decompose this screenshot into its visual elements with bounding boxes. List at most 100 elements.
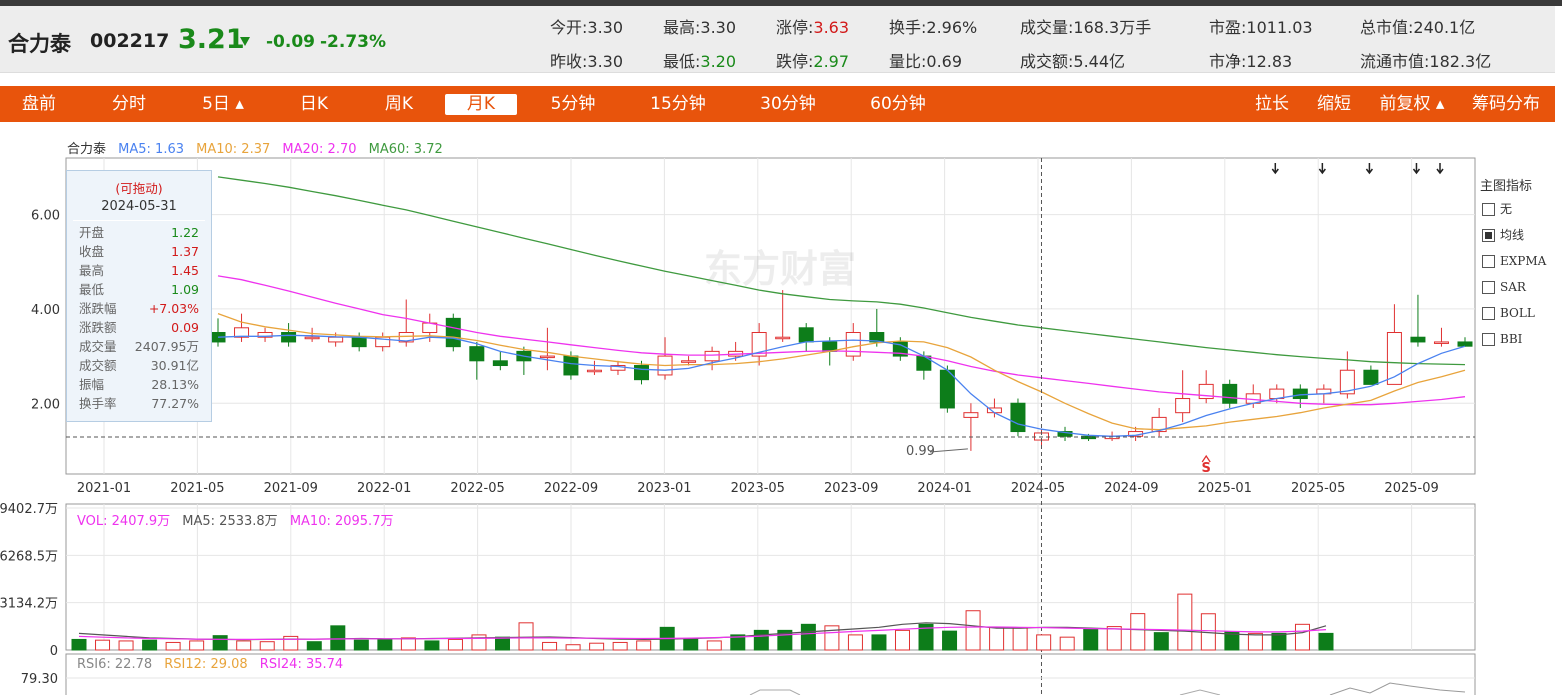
candle-body bbox=[1292, 388, 1308, 400]
volume-tick-label: 0 bbox=[50, 644, 58, 659]
candle-body bbox=[916, 355, 932, 371]
y-tick-label: 4.00 bbox=[31, 303, 60, 318]
checkbox-icon[interactable] bbox=[1482, 281, 1495, 294]
volume-bar bbox=[1130, 613, 1146, 651]
tooltip-drag-hint: (可拖动) bbox=[115, 181, 163, 196]
tooltip-row-label: 成交量 bbox=[79, 339, 117, 354]
volume-bar bbox=[495, 636, 511, 651]
tooltip-row: 振幅 28.13% bbox=[67, 375, 211, 394]
volume-bar bbox=[142, 639, 158, 651]
y-tick-label: 6.00 bbox=[31, 209, 60, 224]
volume-bar bbox=[1271, 632, 1287, 651]
volume-bar bbox=[95, 639, 111, 651]
checkbox-icon[interactable] bbox=[1482, 203, 1495, 216]
volume-bar bbox=[1294, 623, 1310, 651]
x-tick-label: 2025-09 bbox=[1384, 481, 1438, 496]
x-tick-label: 2021-05 bbox=[170, 481, 224, 496]
checkbox-icon[interactable] bbox=[1482, 307, 1495, 320]
candle-body bbox=[563, 355, 579, 376]
indicator-option[interactable]: SAR bbox=[1480, 280, 1560, 306]
tooltip-date: 2024-05-31 bbox=[101, 199, 177, 214]
volume-bar bbox=[283, 635, 299, 651]
candle-body bbox=[586, 369, 602, 373]
tooltip-row: 成交量 2407.95万 bbox=[67, 337, 211, 356]
volume-bar bbox=[71, 638, 87, 651]
candle-body bbox=[328, 336, 344, 343]
x-tick-label: 2025-01 bbox=[1198, 481, 1252, 496]
volume-bar bbox=[800, 623, 816, 651]
volume-bar bbox=[447, 638, 463, 651]
candle-body bbox=[1363, 369, 1379, 385]
volume-bar bbox=[824, 625, 840, 651]
candle-body bbox=[845, 332, 861, 357]
ma5-line bbox=[217, 334, 1466, 437]
indicator-option[interactable]: 均线 bbox=[1480, 228, 1560, 254]
candle-body bbox=[1222, 383, 1238, 404]
volume-bar bbox=[212, 635, 228, 651]
indicator-option[interactable]: BOLL bbox=[1480, 306, 1560, 332]
tooltip-row-value: 1.09 bbox=[171, 282, 199, 297]
kline-chart[interactable]: 2021-01 2021-05 2021-09 2022-01 2022-05 2022-… bbox=[0, 0, 1562, 695]
volume-bar bbox=[1177, 593, 1193, 651]
volume-bar bbox=[636, 640, 652, 651]
ohlc-tooltip[interactable]: (可拖动) 2024-05-31 开盘 1.22 收盘 1.37 最高 1.45 最低 1.0… bbox=[66, 170, 212, 422]
candle-body bbox=[634, 365, 650, 381]
tooltip-row-value: 0.09 bbox=[171, 320, 199, 335]
rsi-line bbox=[749, 689, 801, 695]
x-tick-label: 2022-09 bbox=[544, 481, 598, 496]
x-tick-label: 2024-01 bbox=[917, 481, 971, 496]
checkbox-icon[interactable] bbox=[1482, 333, 1495, 346]
legend-rsi24: RSI24: 35.74 bbox=[259, 657, 344, 672]
volume-bar bbox=[1153, 632, 1169, 651]
tooltip-separator bbox=[73, 220, 205, 221]
candle-body bbox=[351, 336, 367, 348]
event-marker-icon bbox=[1271, 163, 1279, 175]
low-price-label: 0.99 bbox=[906, 444, 935, 459]
volume-bar bbox=[518, 622, 534, 651]
x-tick-label: 2022-01 bbox=[357, 481, 411, 496]
candle-body bbox=[492, 360, 508, 367]
candle-body bbox=[704, 350, 720, 362]
tooltip-row-label: 成交额 bbox=[79, 358, 117, 373]
legend-vol: VOL: 2407.9万 bbox=[77, 514, 171, 529]
indicator-option[interactable]: 无 bbox=[1480, 202, 1560, 228]
tooltip-row: 换手率 77.27% bbox=[67, 394, 211, 413]
volume-bar bbox=[1012, 627, 1028, 651]
tooltip-row-label: 换手率 bbox=[79, 396, 117, 411]
volume-bar bbox=[1083, 628, 1099, 651]
tooltip-row-value: 1.37 bbox=[171, 244, 199, 259]
legend-rsi12: RSI12: 29.08 bbox=[164, 657, 248, 672]
tooltip-row-label: 振幅 bbox=[79, 377, 105, 392]
tooltip-row: 涨跌幅 +7.03% bbox=[67, 299, 211, 318]
indicator-option-label: SAR bbox=[1500, 280, 1526, 294]
candle-body bbox=[1433, 341, 1449, 344]
volume-bar bbox=[683, 638, 699, 651]
tooltip-row-value: 1.22 bbox=[171, 225, 199, 240]
x-tick-label: 2023-09 bbox=[824, 481, 878, 496]
watermark: 东方财富 bbox=[704, 247, 856, 291]
ma10-line bbox=[217, 312, 1466, 431]
x-tick-label: 2024-05 bbox=[1011, 481, 1065, 496]
event-marker-icon bbox=[1412, 163, 1421, 175]
checkbox-icon[interactable] bbox=[1482, 255, 1495, 268]
x-tick-label: 2021-09 bbox=[264, 481, 318, 496]
indicator-option[interactable]: EXPMA bbox=[1480, 254, 1560, 280]
y-tick-label: 2.00 bbox=[31, 397, 60, 412]
rsi-line bbox=[1179, 689, 1221, 695]
tooltip-row-label: 涨跌幅 bbox=[79, 301, 117, 316]
candle-body bbox=[798, 327, 814, 343]
volume-bar bbox=[1247, 632, 1263, 651]
indicator-panel-title: 主图指标 bbox=[1480, 179, 1533, 194]
low-pointer-line bbox=[929, 448, 968, 453]
tooltip-row-label: 最高 bbox=[79, 263, 105, 278]
candle-body bbox=[1010, 402, 1026, 433]
volume-bar bbox=[259, 641, 275, 651]
indicator-option[interactable]: BBI bbox=[1480, 332, 1560, 358]
indicator-option-label: BOLL bbox=[1500, 306, 1535, 320]
checkbox-icon[interactable] bbox=[1482, 229, 1495, 242]
x-tick-label: 2024-09 bbox=[1104, 481, 1158, 496]
volume-legend: VOL: 2407.9万 MA5: 2533.8万 MA10: 2095.7万 bbox=[77, 510, 393, 529]
x-tick-label: 2023-05 bbox=[731, 481, 785, 496]
candle-body bbox=[681, 360, 697, 363]
event-marker-icon bbox=[1318, 163, 1326, 175]
